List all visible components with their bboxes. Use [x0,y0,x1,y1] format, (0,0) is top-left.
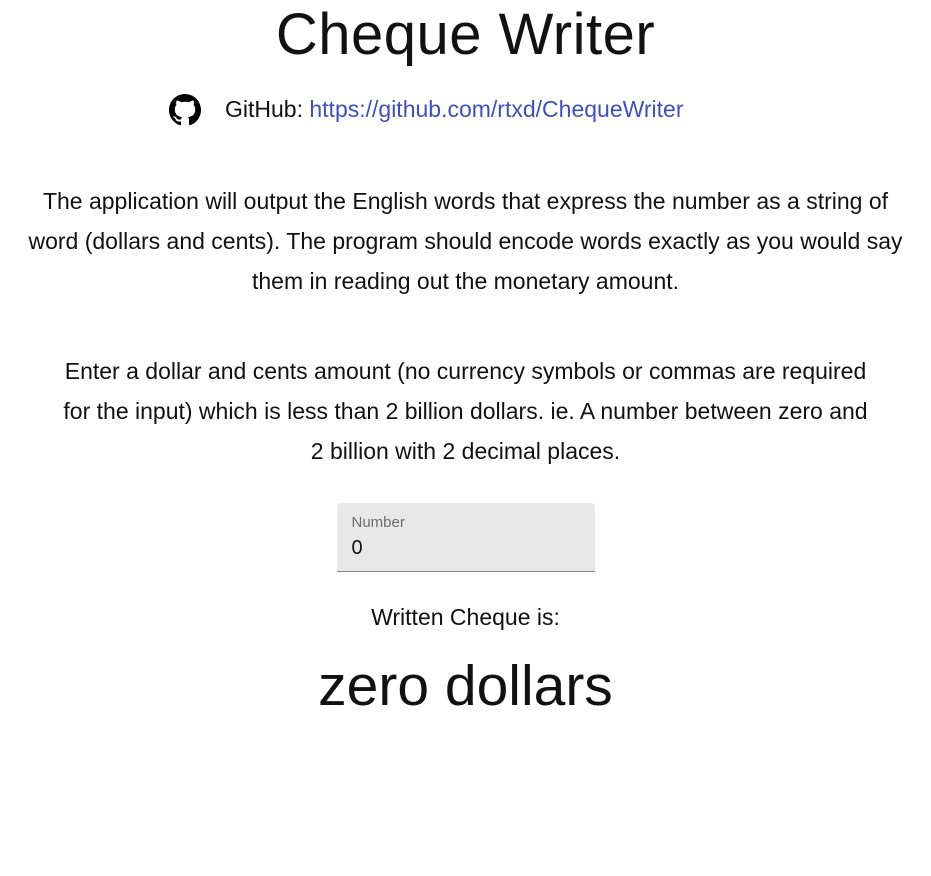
written-cheque-label: Written Cheque is: [371,604,560,630]
number-field-label: Number [351,514,405,531]
github-label: GitHub: [225,96,303,122]
page: Cheque Writer GitHub: https://github.com… [0,0,931,719]
description-paragraph-1: The application will output the English … [28,188,903,294]
number-input[interactable] [351,537,580,560]
github-icon [169,94,201,126]
github-row: GitHub: https://github.com/rtxd/ChequeWr… [0,94,931,134]
cheque-result: zero dollars [318,654,613,718]
github-text: GitHub: https://github.com/rtxd/ChequeWr… [225,94,684,124]
number-field[interactable]: Number [336,503,595,572]
description-paragraph-2: Enter a dollar and cents amount (no curr… [63,358,868,464]
github-link[interactable]: https://github.com/rtxd/ChequeWriter [309,96,683,122]
page-title: Cheque Writer [275,2,656,67]
